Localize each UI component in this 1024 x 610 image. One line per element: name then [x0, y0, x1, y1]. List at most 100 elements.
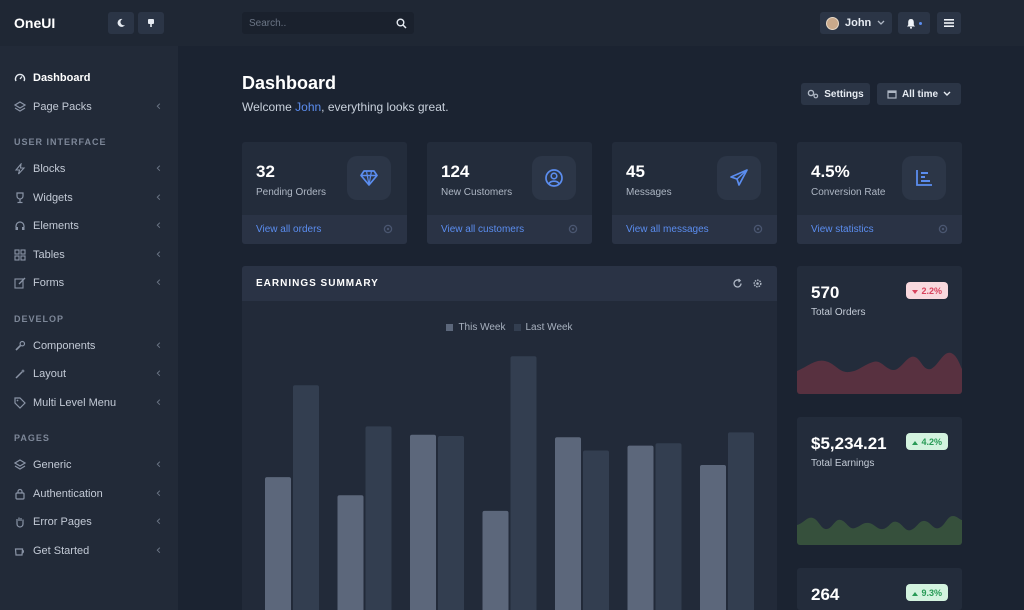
side-overlay-button[interactable] — [937, 12, 961, 34]
chevron-left-icon — [154, 369, 164, 379]
page-title: Dashboard — [242, 73, 337, 93]
sidebar-item-forms[interactable]: Forms — [0, 269, 178, 298]
chevron-left-icon — [154, 250, 164, 260]
date-range-label: All time — [901, 88, 939, 100]
bar-this-week-2[interactable] — [337, 495, 364, 610]
dark-mode-toggle[interactable] — [108, 12, 134, 34]
bar-this-week-4[interactable] — [482, 510, 509, 610]
chevron-left-icon — [154, 460, 164, 470]
search-input[interactable] — [249, 17, 396, 29]
bar-this-week-6[interactable] — [627, 445, 654, 610]
app-logo[interactable]: OneUI — [14, 15, 104, 31]
sidebar-item-authentication[interactable]: Authentication — [0, 480, 178, 509]
user-circle-icon — [532, 156, 576, 200]
bar-last-week-6[interactable] — [655, 443, 682, 610]
sidebar-item-widgets[interactable]: Widgets — [0, 184, 178, 213]
sidebar-item-tables[interactable]: Tables — [0, 241, 178, 270]
summary-card[interactable]: $5,234.21 Total Earnings 4.2% — [797, 417, 962, 545]
arrow-right-icon[interactable] — [383, 221, 393, 239]
stat-label: Messages — [626, 187, 672, 198]
search-icon[interactable] — [396, 18, 407, 29]
stat-link[interactable]: View all orders — [256, 224, 383, 235]
search-box — [242, 12, 414, 34]
sidebar-item-elements[interactable]: Elements — [0, 212, 178, 241]
welcome-name[interactable]: John — [295, 100, 321, 114]
arrow-right-icon[interactable] — [568, 221, 578, 239]
sidebar-item-label: Get Started — [33, 544, 90, 557]
settings-button[interactable]: Settings — [801, 83, 870, 105]
sidebar-item-dashboard[interactable]: Dashboard — [0, 64, 178, 93]
chevron-left-icon — [154, 102, 164, 112]
top-header: John — [178, 0, 1024, 46]
headset-icon — [14, 220, 26, 232]
sidebar-item-get-started[interactable]: Get Started — [0, 537, 178, 566]
sidebar: OneUI Dashboard Page Packs USER INTERFACE B… — [0, 0, 178, 610]
bar-last-week-1[interactable] — [293, 385, 319, 610]
chevron-left-icon — [154, 341, 164, 351]
stat-value: 124 — [441, 162, 470, 181]
layers-icon — [14, 101, 26, 113]
stat-card[interactable]: 124 New Customers View all customers — [427, 142, 592, 244]
stat-value: 32 — [256, 162, 275, 181]
notifications-button[interactable] — [898, 12, 930, 34]
bar-this-week-7[interactable] — [700, 465, 726, 610]
sidebar-item-generic[interactable]: Generic — [0, 451, 178, 480]
sidebar-item-label: Forms — [33, 277, 65, 290]
lock-icon — [14, 488, 26, 500]
sidebar-item-label: Error Pages — [33, 516, 92, 529]
stat-label: Conversion Rate — [811, 187, 886, 198]
magic-wand-icon — [14, 368, 26, 380]
chevron-left-icon — [154, 546, 164, 556]
stat-label: New Customers — [441, 187, 513, 198]
arrow-right-icon[interactable] — [753, 221, 763, 239]
bar-this-week-5[interactable] — [555, 437, 581, 610]
bar-this-week-1[interactable] — [265, 477, 291, 610]
stat-value: 45 — [626, 162, 645, 181]
speedometer-icon — [14, 72, 26, 84]
chevron-left-icon — [154, 489, 164, 499]
welcome-prefix: Welcome — [242, 100, 296, 114]
bar-chart-icon — [902, 156, 946, 200]
stat-card[interactable]: 45 Messages View all messages — [612, 142, 777, 244]
stat-card[interactable]: 4.5% Conversion Rate View statistics — [797, 142, 962, 244]
caret-up-icon — [912, 588, 921, 598]
date-range-dropdown[interactable]: All time — [877, 83, 961, 105]
caret-up-icon — [912, 437, 921, 447]
arrow-right-icon[interactable] — [938, 221, 948, 239]
moon-icon — [117, 18, 125, 27]
sidebar-item-multi-level-menu[interactable]: Multi Level Menu — [0, 389, 178, 418]
summary-card[interactable]: 264 9.3% — [797, 568, 962, 610]
hand-icon — [14, 516, 26, 528]
user-menu-button[interactable]: John — [820, 12, 892, 34]
sidebar-item-blocks[interactable]: Blocks — [0, 155, 178, 184]
sidebar-item-layout[interactable]: Layout — [0, 360, 178, 389]
sidebar-item-label: Widgets — [33, 191, 73, 204]
sparkline-area — [797, 516, 962, 545]
sidebar-item-error-pages[interactable]: Error Pages — [0, 508, 178, 537]
chevron-down-icon — [943, 91, 951, 96]
sidebar-item-label: Generic — [33, 459, 72, 472]
bar-last-week-4[interactable] — [510, 356, 537, 610]
edit-icon — [14, 277, 26, 289]
sidebar-style-toggle[interactable] — [138, 12, 164, 34]
sidebar-item-label: Dashboard — [33, 72, 91, 85]
stat-card[interactable]: 32 Pending Orders View all orders — [242, 142, 407, 244]
sidebar-item-components[interactable]: Components — [0, 332, 178, 361]
gem-icon — [347, 156, 391, 200]
chevron-left-icon — [154, 193, 164, 203]
trend-badge: 4.2% — [906, 433, 948, 450]
sidebar-item-label: Tables — [33, 248, 65, 261]
bar-last-week-3[interactable] — [438, 436, 464, 610]
summary-card[interactable]: 570 Total Orders 2.2% — [797, 266, 962, 394]
sidebar-item-page-packs[interactable]: Page Packs — [0, 93, 178, 122]
stat-link[interactable]: View statistics — [811, 224, 938, 235]
stat-link[interactable]: View all customers — [441, 224, 568, 235]
sidebar-section-heading: USER INTERFACE — [14, 137, 107, 147]
bar-last-week-2[interactable] — [365, 426, 392, 610]
stat-link[interactable]: View all messages — [626, 224, 753, 235]
bar-last-week-5[interactable] — [583, 450, 609, 610]
bar-last-week-7[interactable] — [728, 432, 754, 610]
bar-this-week-3[interactable] — [410, 434, 436, 610]
sidebar-header: OneUI — [0, 0, 178, 46]
bolt-icon — [14, 163, 26, 175]
